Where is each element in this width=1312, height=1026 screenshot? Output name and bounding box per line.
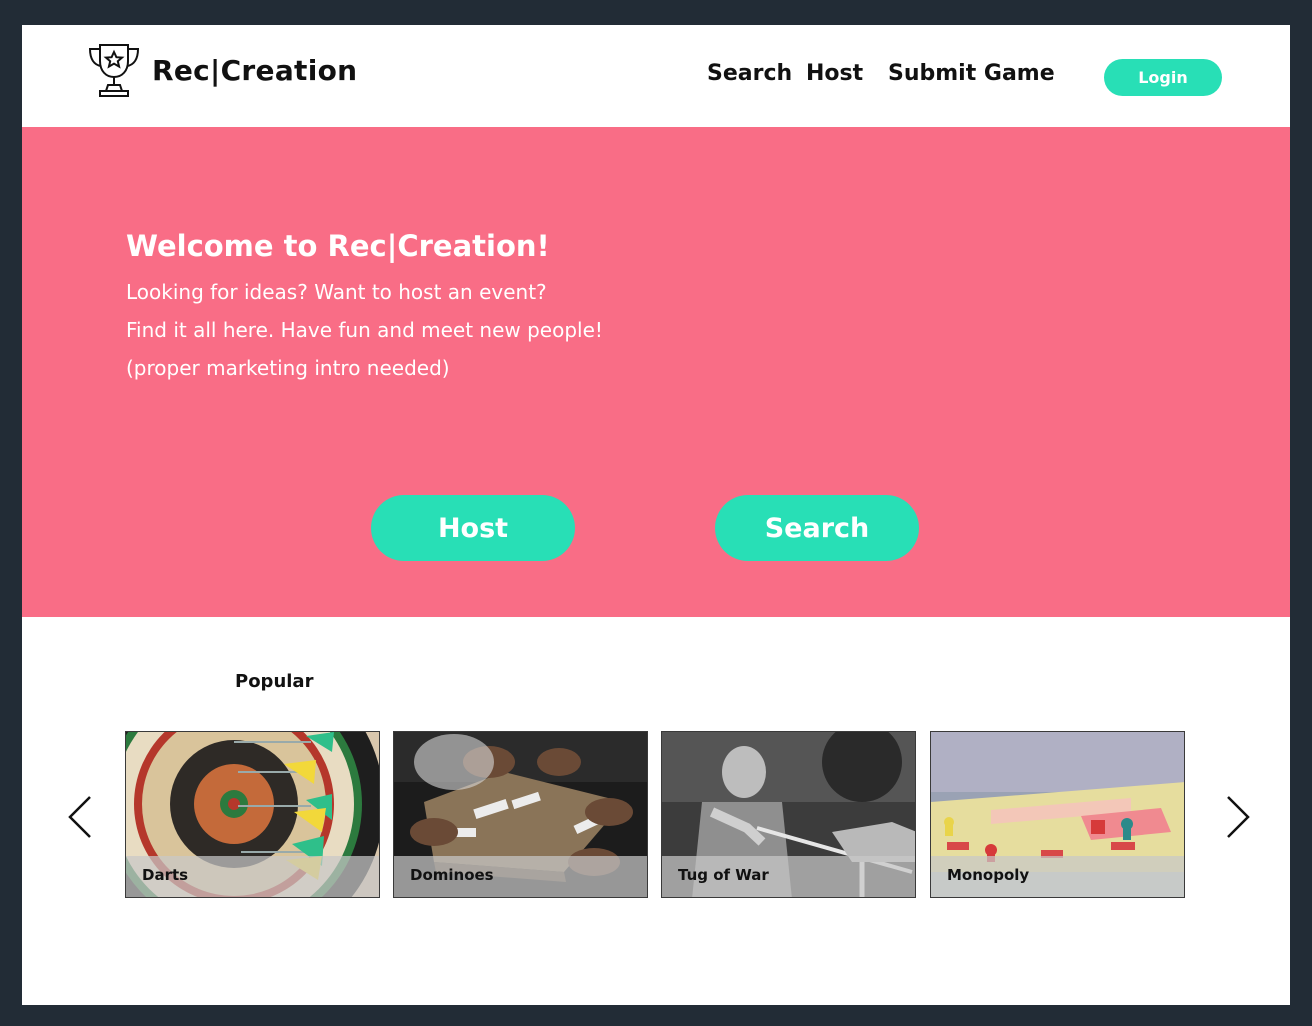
hero-search-button[interactable]: Search [715, 495, 919, 561]
nav-host-link[interactable]: Host [806, 61, 863, 86]
nav-search-link[interactable]: Search [707, 61, 792, 86]
main-nav: Search Host Submit Game [22, 61, 1290, 91]
game-card-tug-of-war[interactable]: Tug of War [661, 731, 916, 898]
page: Rec|Creation Search Host Submit Game Log… [22, 25, 1290, 1005]
chevron-left-icon[interactable] [66, 793, 98, 841]
hero-tagline-1: Looking for ideas? Want to host an event… [126, 280, 547, 304]
hero-tagline-3: (proper marketing intro needed) [126, 356, 450, 380]
chevron-right-icon[interactable] [1220, 793, 1252, 841]
game-card-dominoes[interactable]: Dominoes [393, 731, 648, 898]
hero-tagline-2: Find it all here. Have fun and meet new … [126, 318, 603, 342]
card-label: Dominoes [410, 866, 494, 884]
card-label: Monopoly [947, 866, 1030, 884]
hero-title: Welcome to Rec|Creation! [126, 229, 550, 263]
game-card-monopoly[interactable]: Monopoly [930, 731, 1185, 898]
card-label: Tug of War [678, 866, 769, 884]
nav-submit-game-link[interactable]: Submit Game [888, 61, 1055, 86]
card-label: Darts [142, 866, 189, 884]
hero-section: Welcome to Rec|Creation! Looking for ide… [22, 127, 1290, 617]
hero-host-button[interactable]: Host [371, 495, 575, 561]
popular-heading: Popular [235, 671, 314, 692]
game-card-darts[interactable]: Darts [125, 731, 380, 898]
login-button[interactable]: Login [1104, 59, 1222, 96]
site-header: Rec|Creation Search Host Submit Game Log… [22, 25, 1290, 127]
